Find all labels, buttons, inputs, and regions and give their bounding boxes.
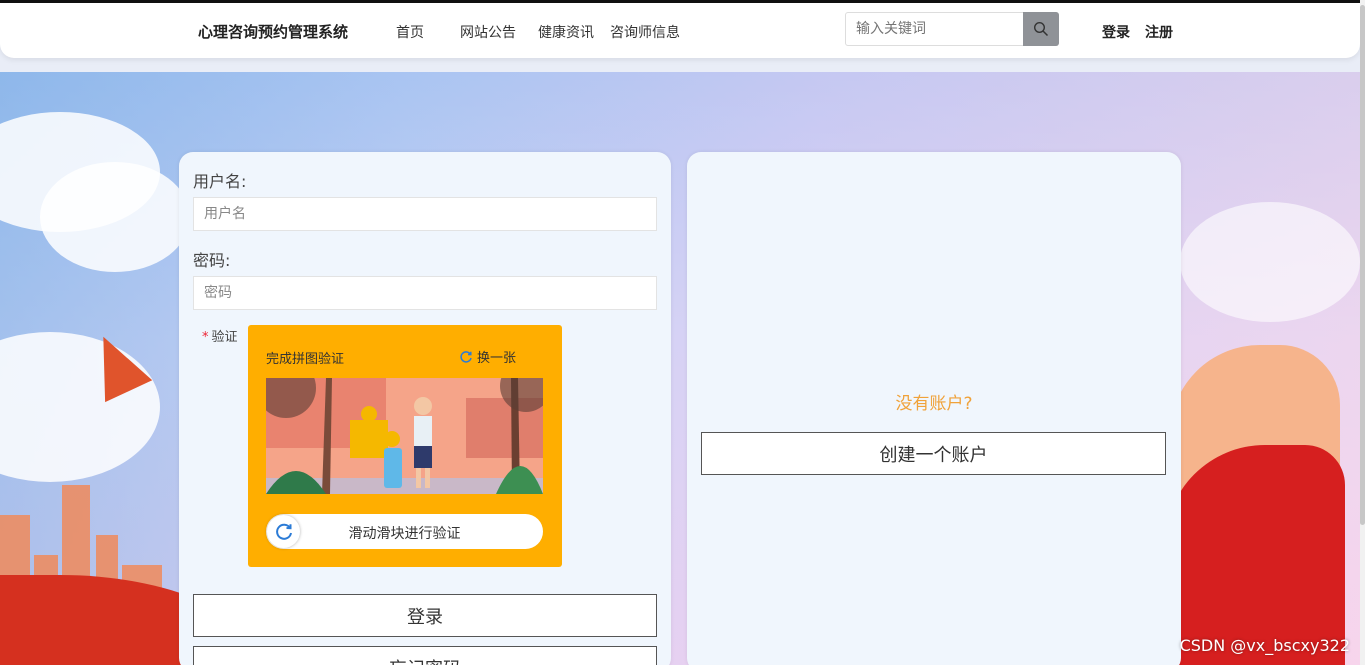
nav-home[interactable]: 首页 [396, 22, 424, 42]
verify-label: * 验证 [202, 330, 238, 345]
site-brand[interactable]: 心理咨询预约管理系统 [198, 21, 348, 42]
search-box [845, 12, 1059, 46]
password-label: 密码: [193, 251, 231, 270]
nav-announcements[interactable]: 网站公告 [460, 22, 516, 42]
slider-handle[interactable] [267, 515, 300, 548]
captcha-slider[interactable]: 滑动滑块进行验证 [266, 514, 543, 549]
nav-health-news[interactable]: 健康资讯 [538, 22, 594, 42]
username-label: 用户名: [193, 172, 247, 191]
username-input[interactable] [193, 197, 657, 231]
search-button[interactable] [1023, 12, 1059, 46]
puzzle-captcha: 完成拼图验证 换一张 滑动滑块进行验证 [248, 325, 562, 567]
login-button[interactable]: 登录 [193, 594, 657, 637]
search-input[interactable] [846, 13, 1024, 45]
slider-hint: 滑动滑块进行验证 [348, 526, 461, 542]
signup-panel: 没有账户? 创建一个账户 [687, 152, 1181, 665]
captcha-puzzle-image [266, 378, 543, 494]
scrollbar-thumb[interactable] [1360, 5, 1365, 525]
login-link[interactable]: 登录 [1102, 22, 1130, 42]
heart-illustration [1165, 445, 1345, 665]
forgot-password-button[interactable]: 忘记密码 [193, 646, 657, 665]
login-panel: 用户名: 密码: *验证 完成拼图验证 换一张 [179, 152, 671, 665]
scrollbar-track[interactable] [1360, 0, 1365, 665]
watermark: CSDN @vx_bscxy322 [1179, 636, 1350, 655]
captcha-title: 完成拼图验证 [266, 352, 345, 367]
top-navbar: 心理咨询预约管理系统 首页 网站公告 健康资讯 咨询师信息 登录 注册 [0, 3, 1360, 58]
create-account-button[interactable]: 创建一个账户 [701, 432, 1166, 475]
password-input[interactable] [193, 276, 657, 310]
search-icon [1033, 21, 1049, 37]
register-link[interactable]: 注册 [1145, 22, 1173, 42]
refresh-icon [460, 350, 472, 363]
no-account-prompt: 没有账户? [895, 394, 973, 414]
nav-counselor-info[interactable]: 咨询师信息 [610, 22, 680, 42]
captcha-refresh-button[interactable]: 换一张 [459, 347, 516, 366]
refresh-icon [275, 523, 292, 540]
